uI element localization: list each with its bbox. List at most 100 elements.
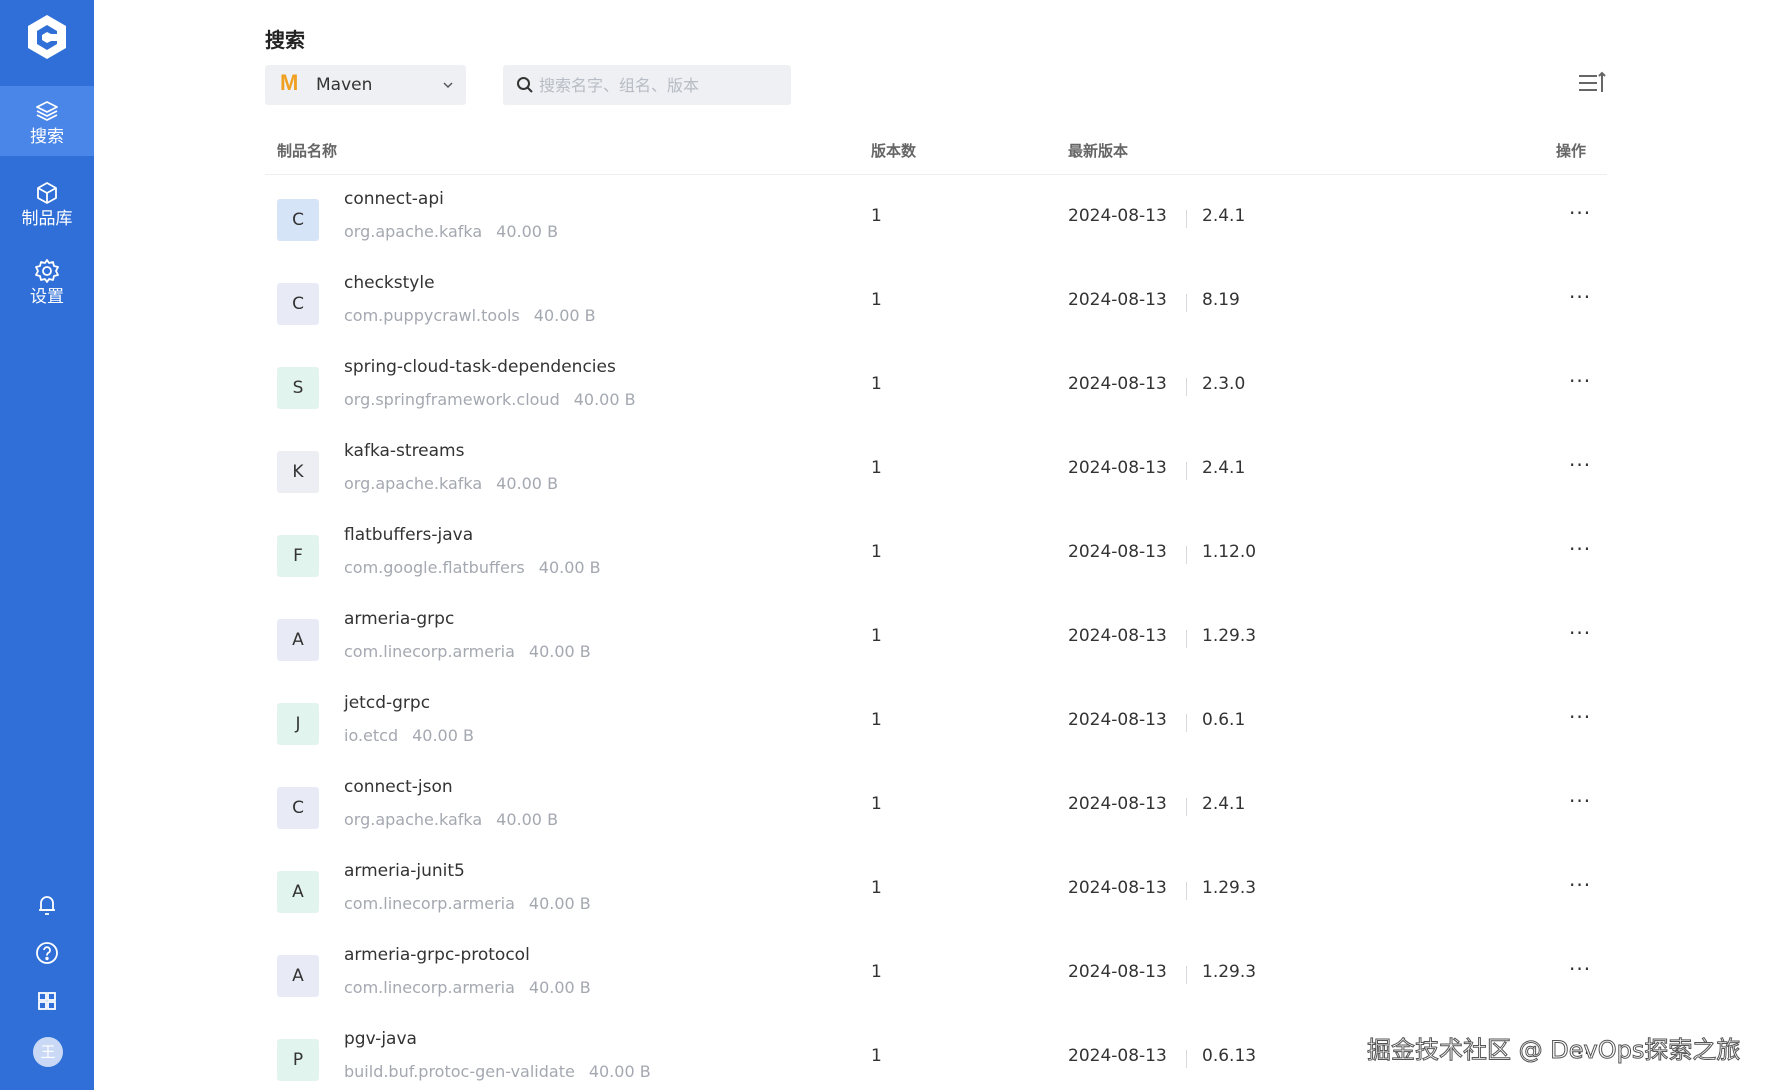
nav-label-settings: 设置 <box>30 287 64 307</box>
sidebar: 搜索 制品库 设置 王 <box>0 0 94 1090</box>
artifact-meta: org.apache.kafka 40.00 B <box>344 810 558 829</box>
artifact-name[interactable]: flatbuffers-java <box>344 525 473 545</box>
latest-version-date: 2024-08-13 <box>1068 458 1167 478</box>
artifact-size: 40.00 B <box>496 474 559 493</box>
table-row[interactable]: Kkafka-streams org.apache.kafka 40.00 B 1 20… <box>265 429 1607 513</box>
artifact-size: 40.00 B <box>538 558 601 577</box>
artifact-meta: com.linecorp.armeria 40.00 B <box>344 642 591 661</box>
latest-version-date: 2024-08-13 <box>1068 206 1167 226</box>
latest-version: 1.29.3 <box>1202 626 1257 646</box>
artifact-letter-badge: K <box>277 451 319 493</box>
table-row[interactable]: Cconnect-api org.apache.kafka 40.00 B 1 2024… <box>265 177 1607 261</box>
version-separator <box>1186 714 1187 732</box>
artifact-group: org.apache.kafka <box>344 474 483 493</box>
nav-item-search[interactable]: 搜索 <box>0 86 94 156</box>
artifact-name[interactable]: connect-api <box>344 189 444 209</box>
latest-version: 2.3.0 <box>1202 374 1246 394</box>
artifact-meta: org.apache.kafka 40.00 B <box>344 222 558 241</box>
artifact-name[interactable]: armeria-grpc <box>344 609 454 629</box>
artifact-meta: com.puppycrawl.tools 40.00 B <box>344 306 596 325</box>
column-header-actions: 操作 <box>1556 142 1587 160</box>
table-row[interactable]: Fflatbuffers-java com.google.flatbuffers 4… <box>265 513 1607 597</box>
artifact-name[interactable]: spring-cloud-task-dependencies <box>344 357 616 377</box>
version-count: 1 <box>871 626 882 646</box>
table-row[interactable]: Aarmeria-grpc-protocol com.linecorp.armer… <box>265 933 1607 1017</box>
artifact-group: org.springframework.cloud <box>344 390 560 409</box>
more-actions-button[interactable]: ··· <box>1569 369 1591 393</box>
table-row[interactable]: Cconnect-json org.apache.kafka 40.00 B 1 202… <box>265 765 1607 849</box>
version-count: 1 <box>871 206 882 226</box>
artifact-group: com.linecorp.armeria <box>344 642 515 661</box>
app-logo-icon[interactable] <box>22 12 72 62</box>
more-actions-button[interactable]: ··· <box>1569 957 1591 981</box>
version-count: 1 <box>871 1046 882 1066</box>
version-count: 1 <box>871 878 882 898</box>
package-type-select[interactable]: M Maven <box>265 65 466 105</box>
help-icon[interactable] <box>33 939 61 967</box>
artifact-name[interactable]: armeria-grpc-protocol <box>344 945 530 965</box>
nav-label-repository: 制品库 <box>21 209 73 229</box>
version-separator <box>1186 378 1187 396</box>
artifact-size: 40.00 B <box>496 222 559 241</box>
artifact-meta: com.google.flatbuffers 40.00 B <box>344 558 601 577</box>
nav-item-repository[interactable]: 制品库 <box>0 168 94 238</box>
nav-label-search: 搜索 <box>30 127 64 147</box>
latest-version: 2.4.1 <box>1202 458 1246 478</box>
artifact-letter-badge: P <box>277 1039 319 1081</box>
latest-version-date: 2024-08-13 <box>1068 626 1167 646</box>
more-actions-button[interactable]: ··· <box>1569 789 1591 813</box>
latest-version: 2.4.1 <box>1202 206 1246 226</box>
artifact-meta: build.buf.protoc-gen-validate 40.00 B <box>344 1062 651 1081</box>
artifact-name[interactable]: kafka-streams <box>344 441 464 461</box>
artifact-size: 40.00 B <box>528 978 591 997</box>
chevron-down-icon <box>443 82 453 89</box>
search-input[interactable] <box>539 65 784 105</box>
artifact-name[interactable]: connect-json <box>344 777 453 797</box>
more-actions-button[interactable]: ··· <box>1569 201 1591 225</box>
more-actions-button[interactable]: ··· <box>1569 537 1591 561</box>
column-header-latest-version: 最新版本 <box>1068 142 1129 160</box>
artifact-name[interactable]: jetcd-grpc <box>344 693 430 713</box>
artifact-size: 40.00 B <box>496 810 559 829</box>
layers-icon <box>36 101 58 121</box>
table-row[interactable]: Aarmeria-grpc com.linecorp.armeria 40.00 B… <box>265 597 1607 681</box>
bell-icon[interactable] <box>33 891 61 919</box>
nav-item-settings[interactable]: 设置 <box>0 246 94 316</box>
avatar[interactable]: 王 <box>33 1037 63 1067</box>
version-count: 1 <box>871 458 882 478</box>
search-box <box>503 65 791 105</box>
artifact-group: org.apache.kafka <box>344 222 483 241</box>
table-row[interactable]: Sspring-cloud-task-dependencies org.sprin… <box>265 345 1607 429</box>
latest-version-date: 2024-08-13 <box>1068 878 1167 898</box>
artifact-size: 40.00 B <box>573 390 636 409</box>
latest-version-date: 2024-08-13 <box>1068 710 1167 730</box>
artifact-letter-badge: F <box>277 535 319 577</box>
search-icon <box>517 77 533 93</box>
table-row[interactable]: Ccheckstyle com.puppycrawl.tools 40.00 B 1 2… <box>265 261 1607 345</box>
version-count: 1 <box>871 794 882 814</box>
apps-grid-icon[interactable] <box>33 987 61 1015</box>
artifact-meta: org.springframework.cloud 40.00 B <box>344 390 636 409</box>
artifact-name[interactable]: checkstyle <box>344 273 435 293</box>
artifact-name[interactable]: pgv-java <box>344 1029 417 1049</box>
page-title: 搜索 <box>265 28 305 52</box>
latest-version-date: 2024-08-13 <box>1068 542 1167 562</box>
table-row[interactable]: Jjetcd-grpc io.etcd 40.00 B 1 2024-08-13 0.6.… <box>265 681 1607 765</box>
version-separator <box>1186 966 1187 984</box>
more-actions-button[interactable]: ··· <box>1569 873 1591 897</box>
artifact-size: 40.00 B <box>588 1062 651 1081</box>
more-actions-button[interactable]: ··· <box>1569 285 1591 309</box>
artifact-group: build.buf.protoc-gen-validate <box>344 1062 575 1081</box>
more-actions-button[interactable]: ··· <box>1569 453 1591 477</box>
artifact-name[interactable]: armeria-junit5 <box>344 861 465 881</box>
more-actions-button[interactable]: ··· <box>1569 621 1591 645</box>
gear-icon <box>35 259 59 283</box>
table-row[interactable]: Aarmeria-junit5 com.linecorp.armeria 40.00… <box>265 849 1607 933</box>
artifact-letter-badge: C <box>277 199 319 241</box>
artifact-size: 40.00 B <box>412 726 474 745</box>
latest-version: 1.29.3 <box>1202 962 1257 982</box>
more-actions-button[interactable]: ··· <box>1569 705 1591 729</box>
list-view-toggle-icon[interactable] <box>1577 70 1607 98</box>
artifact-size: 40.00 B <box>533 306 596 325</box>
artifact-meta: com.linecorp.armeria 40.00 B <box>344 894 591 913</box>
